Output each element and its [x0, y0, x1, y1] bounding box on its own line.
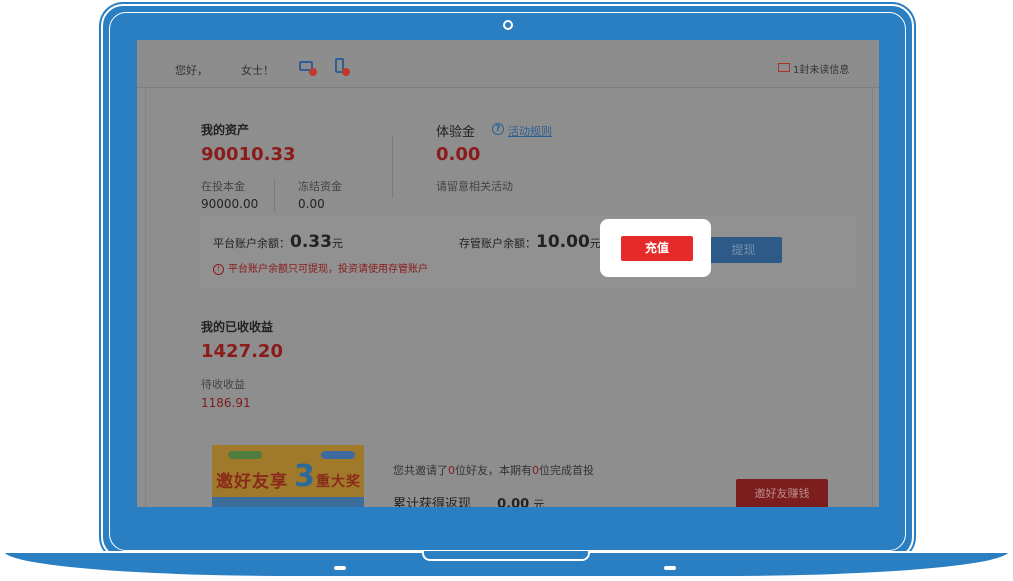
banner-tag [228, 451, 262, 459]
assets-total: 90010.33 [201, 144, 296, 165]
greeting-text: 您好， [175, 64, 208, 77]
custody-balance-value: 10.00 [536, 232, 590, 252]
custody-balance: 存管账户余额：10.00元 [459, 232, 601, 252]
activity-rules-link[interactable]: 活动规则 [508, 123, 552, 139]
laptop-notch [422, 551, 590, 561]
account-topbar: 您好， 女士！ 1封未读信息 [137, 40, 879, 88]
invested-value: 90000.00 [201, 197, 259, 211]
platform-balance: 平台账户余额：0.33元 [213, 232, 343, 252]
banner-number: 3 [294, 459, 315, 494]
bank-card-status-icon [309, 68, 317, 76]
banner-strip [212, 497, 364, 507]
assets-label: 我的资产 [201, 123, 250, 137]
banner-tag [321, 451, 355, 459]
unread-messages-link[interactable]: 1封未读信息 [793, 61, 849, 76]
platform-balance-unit: 元 [331, 237, 343, 250]
pending-earnings-label: 待收收益 [201, 378, 245, 391]
cashback-unit: 元 [533, 498, 545, 507]
screen: 您好， 女士！ 1封未读信息 我的资产 90010.33 在投本金 90000.… [137, 40, 879, 507]
frozen-label: 冻结资金 [298, 180, 342, 193]
warning-icon: ! [213, 263, 224, 275]
mail-icon[interactable] [778, 63, 790, 72]
platform-balance-label: 平台账户余额： [213, 237, 290, 250]
laptop-foot-right [664, 566, 676, 570]
invite-prefix: 您共邀请了 [393, 464, 448, 477]
trial-fund-note: 请留意相关活动 [436, 180, 513, 193]
withdraw-button[interactable]: 提现 [705, 237, 782, 263]
trial-fund-label: 体验金 [436, 125, 476, 140]
divider [392, 136, 393, 198]
invite-mid: 位好友，本期有 [455, 464, 532, 477]
user-title: 女士！ [241, 64, 274, 77]
platform-balance-value: 0.33 [290, 232, 332, 252]
cashback-total: 累计获得返现 0.00 元 [393, 493, 544, 507]
camera-icon [503, 20, 513, 30]
help-icon[interactable]: ? [492, 123, 504, 135]
trial-fund-value: 0.00 [436, 144, 481, 165]
custody-balance-label: 存管账户余额： [459, 237, 536, 250]
invested-label: 在投本金 [201, 180, 245, 193]
recharge-button[interactable]: 充值 [621, 236, 693, 261]
cashback-label: 累计获得返现 [393, 497, 472, 507]
banner-tail: 重大奖 [316, 474, 361, 490]
frozen-value: 0.00 [298, 197, 325, 211]
earnings-label: 我的已收收益 [201, 320, 274, 334]
balance-warning: ! 平台账户余额只可提现，投资请使用存管账户 [213, 260, 428, 275]
first-invest-count: 0 [532, 464, 539, 477]
earnings-total: 1427.20 [201, 341, 283, 362]
invite-banner[interactable]: 邀好友享 3 重大奖 [212, 445, 364, 507]
banner-text: 邀好友享 [216, 472, 288, 492]
invited-friends-count: 0 [448, 464, 455, 477]
laptop-foot-left [334, 566, 346, 570]
invite-suffix: 位完成首投 [539, 464, 594, 477]
balance-warning-text: 平台账户余额只可提现，投资请使用存管账户 [228, 264, 428, 275]
invite-friends-button[interactable]: 邀好友赚钱 [736, 479, 828, 507]
invite-summary: 您共邀请了0位好友，本期有0位完成首投 [393, 462, 594, 478]
divider [274, 178, 275, 212]
cashback-value: 0.00 [497, 497, 530, 507]
account-content: 我的资产 90010.33 在投本金 90000.00 冻结资金 0.00 体验… [145, 88, 873, 507]
pending-earnings-value: 1186.91 [201, 396, 251, 410]
mobile-status-icon [342, 68, 350, 76]
